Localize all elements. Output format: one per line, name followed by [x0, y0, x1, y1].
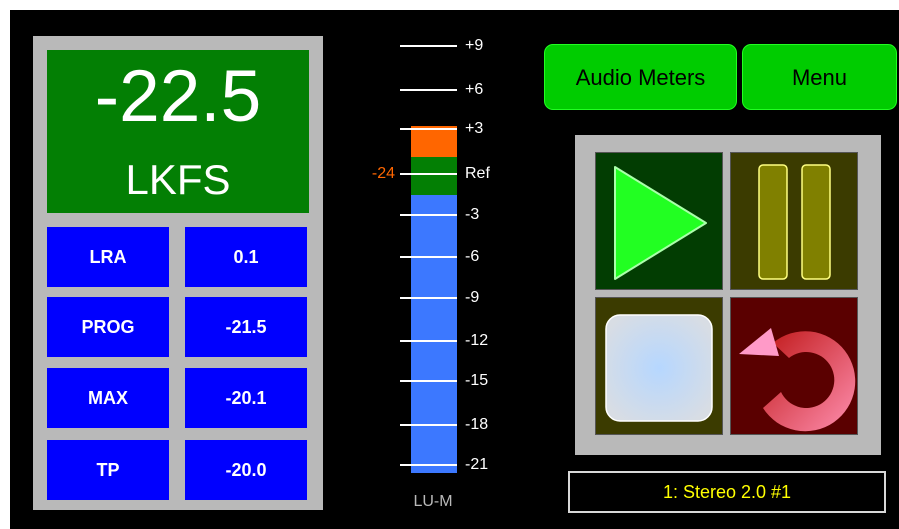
- menu-button[interactable]: Menu: [742, 44, 897, 110]
- scale-label: -15: [465, 372, 489, 389]
- reference-value: -24: [371, 165, 395, 182]
- pause-button[interactable]: [730, 152, 858, 290]
- stop-button[interactable]: [595, 297, 723, 435]
- scale-tick: [400, 173, 457, 175]
- scale-tick: [400, 214, 457, 216]
- scale-tick: [400, 45, 457, 47]
- play-icon: [614, 166, 707, 280]
- scale-label: +3: [465, 120, 484, 137]
- scale-label: -6: [465, 248, 480, 265]
- meter-level-bar: [411, 195, 457, 473]
- max-label: MAX: [47, 368, 169, 428]
- stop-icon: [605, 314, 713, 422]
- scale-tick: [400, 424, 457, 426]
- max-value: -20.1: [185, 368, 307, 428]
- scale-tick: [400, 297, 457, 299]
- scale-label: -18: [465, 416, 489, 433]
- scale-tick: [400, 89, 457, 91]
- lra-value: 0.1: [185, 227, 307, 287]
- scale-tick: [400, 340, 457, 342]
- meter-unit: LU-M: [413, 493, 453, 510]
- reset-button[interactable]: [730, 297, 858, 435]
- reset-icon: [739, 328, 856, 432]
- scale-tick: [400, 380, 457, 382]
- scale-label: -21: [465, 456, 489, 473]
- scale-tick: [400, 128, 457, 130]
- scale-label: +9: [465, 37, 484, 54]
- scale-label: +6: [465, 81, 484, 98]
- scale-tick: [400, 256, 457, 258]
- meter-target-zone: [411, 157, 457, 195]
- scale-tick: [400, 464, 457, 466]
- prog-value: -21.5: [185, 297, 307, 357]
- loudness-value: -22.5: [94, 56, 262, 137]
- meter-over-zone: [411, 126, 457, 157]
- scale-label: -12: [465, 332, 489, 349]
- play-button[interactable]: [595, 152, 723, 290]
- scale-label: -3: [465, 206, 480, 223]
- pause-icon: [758, 164, 831, 280]
- scale-label: -9: [465, 289, 480, 306]
- input-selector[interactable]: 1: Stereo 2.0 #1: [568, 471, 886, 513]
- scale-label-ref: Ref: [465, 165, 490, 182]
- tp-label: TP: [47, 440, 169, 500]
- audio-meters-button[interactable]: Audio Meters: [544, 44, 737, 110]
- tp-value: -20.0: [185, 440, 307, 500]
- prog-label: PROG: [47, 297, 169, 357]
- loudness-unit: LKFS: [125, 156, 231, 203]
- lra-label: LRA: [47, 227, 169, 287]
